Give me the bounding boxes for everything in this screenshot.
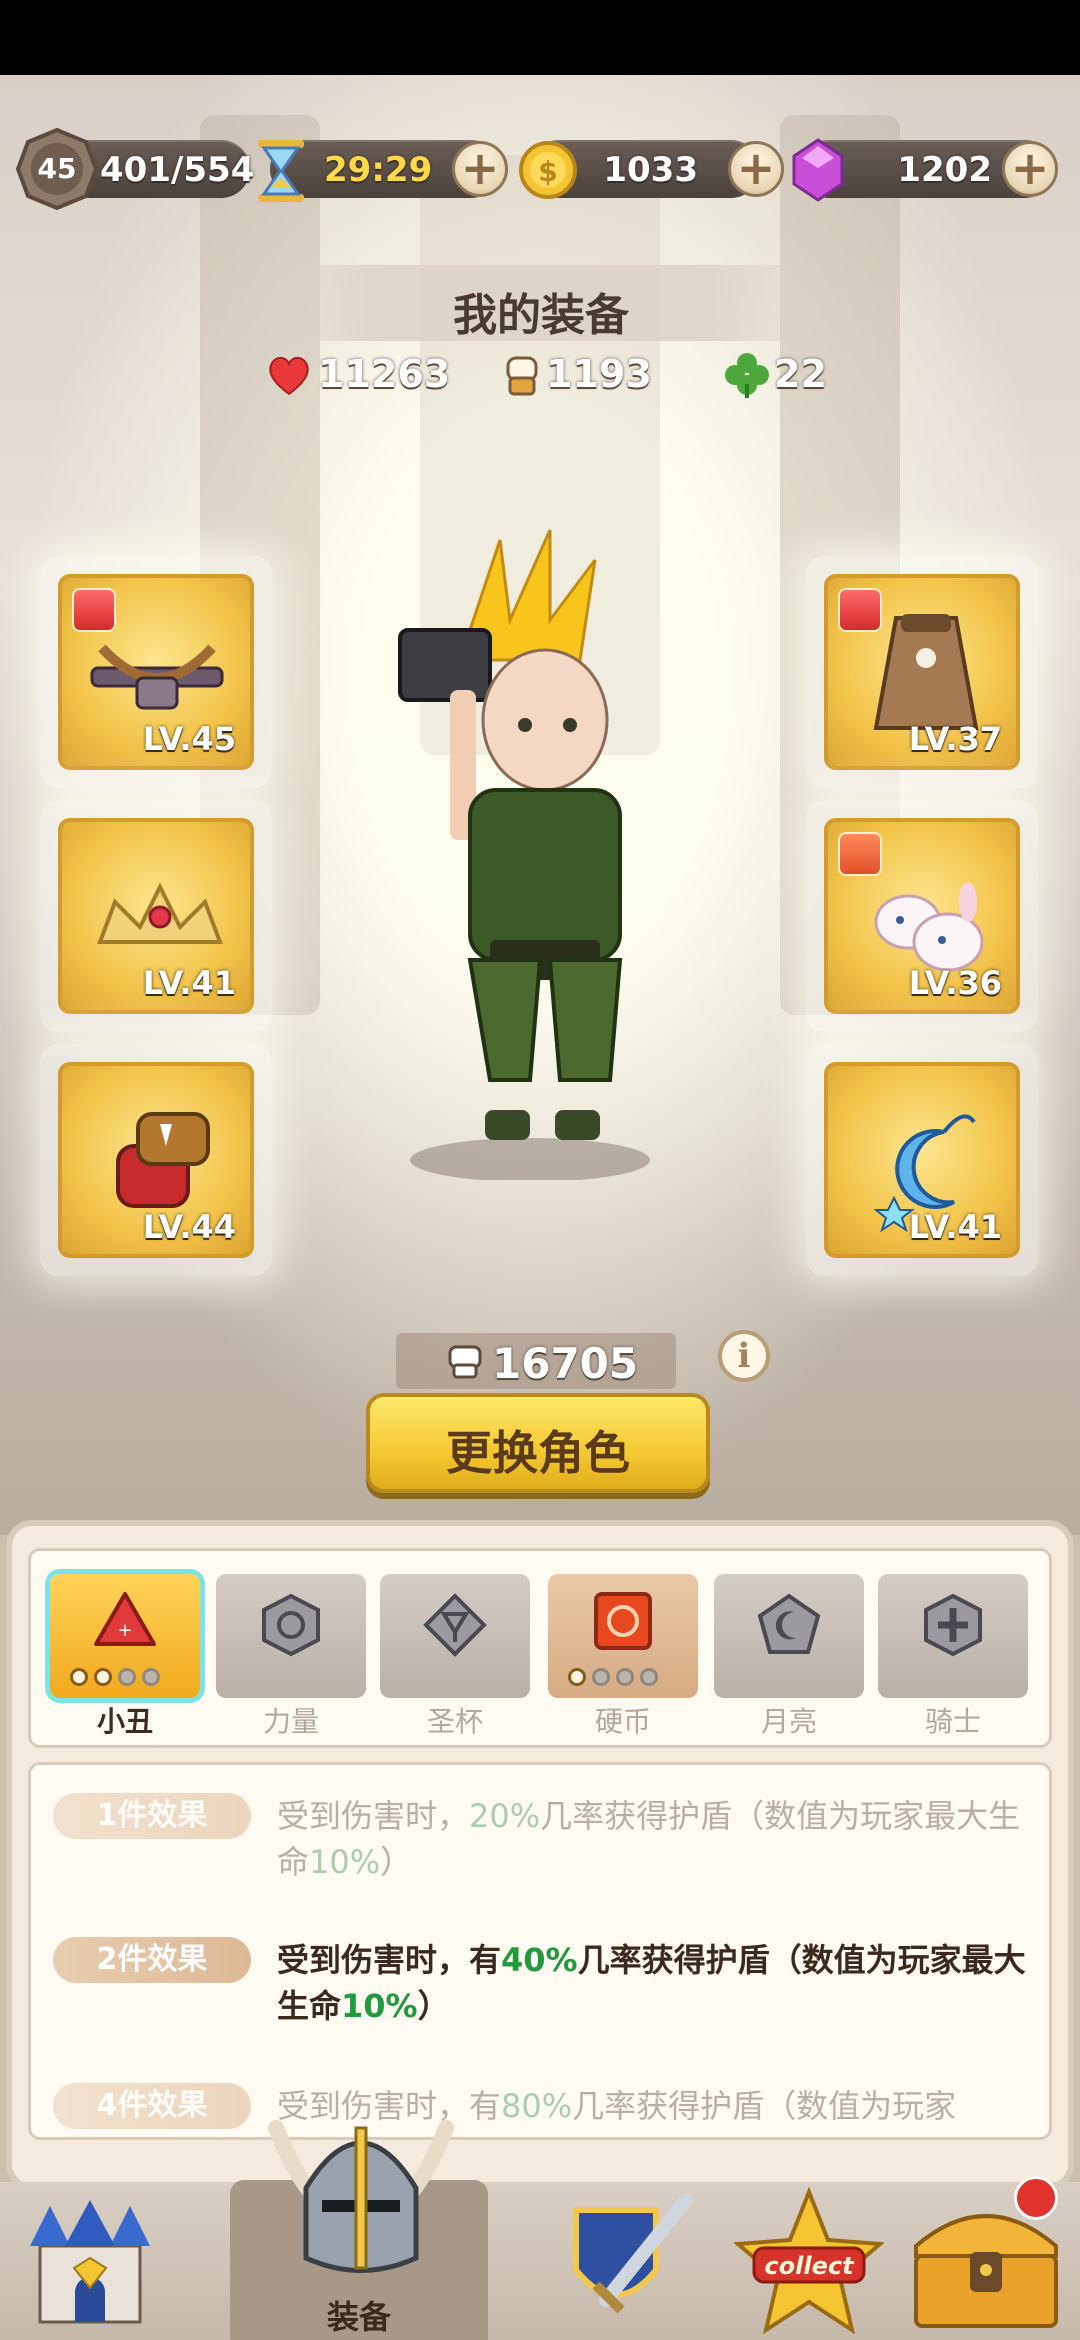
level-number: 45	[37, 152, 77, 185]
effect-text-2: 受到伤害时，有40%几率获得护盾（数值为玩家最大生命10%）	[277, 1941, 1026, 2025]
grail-set-icon	[423, 1593, 487, 1657]
castle-icon[interactable]	[20, 2196, 160, 2326]
collect-label: collect	[764, 2252, 854, 2280]
effect-text-1: 受到伤害时，20%几率获得护盾（数值为玩家最大生命10%）	[277, 1797, 1021, 1881]
slot-level: LV.41	[908, 1208, 1002, 1246]
coin-icon: $	[519, 141, 577, 199]
equip-slot-armor[interactable]: LV.37	[806, 556, 1038, 788]
equip-slot-weapon[interactable]: LV.45	[40, 556, 272, 788]
set-progress-dots	[568, 1668, 664, 1690]
gem-plus-button[interactable]: +	[1002, 141, 1058, 197]
equip-slot-boots[interactable]: LV.36	[806, 800, 1038, 1032]
set-progress-dots	[70, 1668, 166, 1690]
slot-card: LV.44	[58, 1062, 254, 1258]
clown-set-icon: +	[94, 1592, 156, 1646]
change-role-label: 更换角色	[446, 1426, 630, 1480]
combat-power: 16705	[396, 1333, 676, 1389]
notification-dot	[1014, 2176, 1058, 2220]
tab-clown[interactable]: +	[50, 1574, 200, 1698]
gauntlet-icon	[116, 1112, 210, 1208]
svg-text:+: +	[117, 1620, 132, 1641]
svg-text:$: $	[538, 155, 557, 188]
slot-card: LV.41	[58, 818, 254, 1014]
gem-icon	[792, 138, 844, 202]
coin-set-icon	[594, 1592, 652, 1650]
coin-plus-button[interactable]: +	[728, 141, 784, 197]
set-effects-list[interactable]: 1件效果 受到伤害时，20%几率获得护盾（数值为玩家最大生命10%） 2件效果 …	[28, 1762, 1052, 2140]
slot-card: LV.41	[824, 1062, 1020, 1258]
cloak-icon	[873, 614, 979, 730]
slot-card: LV.37	[824, 574, 1020, 770]
equip-slot-glove[interactable]: LV.44	[40, 1044, 272, 1276]
fist-icon	[506, 356, 538, 396]
knight-set-icon	[924, 1593, 982, 1657]
slot-level: LV.45	[142, 720, 236, 758]
status-bar	[0, 0, 1080, 75]
nav-label-equipment: 装备	[326, 2298, 391, 2336]
info-button[interactable]: i	[718, 1330, 770, 1382]
clover-icon	[725, 353, 769, 398]
slot-card: LV.45	[58, 574, 254, 770]
timer-plus-button[interactable]: +	[452, 141, 508, 197]
tab-label-clown: 小丑	[96, 1705, 153, 1738]
change-role-button[interactable]: 更换角色	[366, 1393, 710, 1493]
strength-set-icon	[262, 1593, 320, 1657]
rarity-badge	[72, 588, 116, 632]
slot-card: LV.36	[824, 818, 1020, 1014]
moon-set-icon	[757, 1593, 821, 1654]
hero-character	[398, 529, 650, 1180]
tab-label-knight: 骑士	[924, 1705, 981, 1738]
equip-slot-helmet[interactable]: LV.41	[40, 800, 272, 1032]
knight-helmet-icon[interactable]	[256, 2088, 466, 2278]
timer-text: 29:29	[324, 150, 433, 190]
shield-sword-icon[interactable]	[556, 2190, 706, 2330]
crossbow-icon	[90, 644, 224, 710]
attack-value: 1193	[546, 352, 652, 396]
slot-level: LV.37	[908, 720, 1002, 758]
tab-label-moon: 月亮	[760, 1705, 817, 1738]
tab-label-strength: 力量	[262, 1705, 319, 1738]
luck-value: 22	[774, 352, 827, 396]
tab-moon[interactable]	[714, 1574, 864, 1698]
hp-value: 11263	[318, 352, 451, 396]
coin-count: 1033	[603, 150, 698, 190]
slot-level: LV.44	[142, 1208, 236, 1246]
exp-text: 401/554	[100, 150, 255, 190]
tab-coin[interactable]	[548, 1574, 698, 1698]
heart-icon	[269, 356, 309, 396]
page-title-banner: 我的装备	[258, 265, 824, 341]
tab-label-grail: 圣杯	[426, 1705, 483, 1738]
gem-count: 1202	[897, 150, 992, 190]
tab-knight[interactable]	[878, 1574, 1028, 1698]
page-title: 我的装备	[453, 290, 629, 341]
tab-strength[interactable]	[216, 1574, 366, 1698]
tab-grail[interactable]	[380, 1574, 530, 1698]
tab-label-coin: 硬币	[594, 1705, 651, 1738]
hourglass-icon	[258, 140, 304, 202]
tiara-icon	[97, 882, 223, 944]
power-fist-icon	[448, 1345, 482, 1379]
effect-tag-2: 2件效果	[53, 1937, 251, 1983]
slot-level: LV.36	[908, 964, 1002, 1002]
slot-level: LV.41	[142, 964, 236, 1002]
effect-tag-4: 4件效果	[53, 2083, 251, 2129]
equip-slot-accessory[interactable]: LV.41	[806, 1044, 1038, 1276]
effect-tag-1: 1件效果	[53, 1793, 251, 1839]
power-value: 16705	[492, 1339, 639, 1388]
